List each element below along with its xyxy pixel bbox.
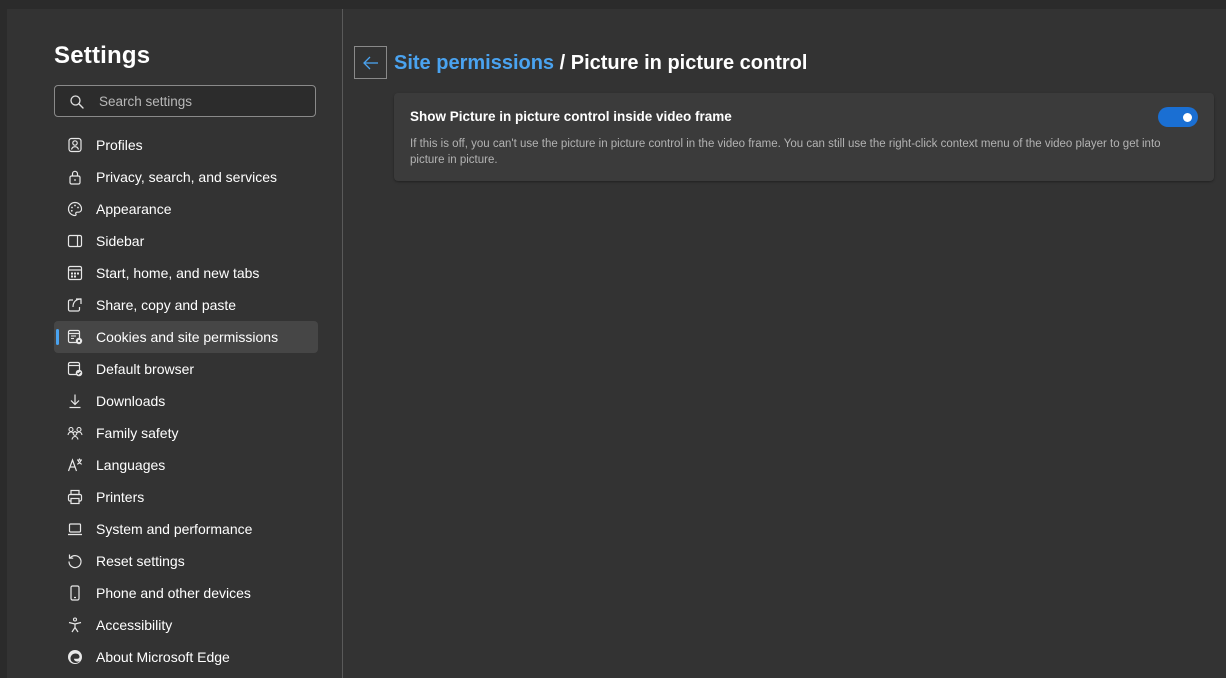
- sidebar-item-label: Default browser: [96, 361, 195, 377]
- page-title: Picture in picture control: [570, 52, 808, 74]
- sidebar-item-sidebar[interactable]: Sidebar: [54, 225, 318, 257]
- profile-icon: [67, 137, 83, 153]
- breadcrumb-link-site-permissions[interactable]: Site permissions: [394, 52, 554, 74]
- printer-icon: [67, 489, 83, 505]
- phone-icon: [67, 585, 83, 601]
- setting-description: If this is off, you can't use the pictur…: [410, 138, 1161, 166]
- sidebar-item-label: Family safety: [96, 425, 179, 441]
- sidebar-item-reset[interactable]: Reset settings: [54, 545, 318, 577]
- search-input[interactable]: [99, 90, 304, 112]
- sidebar-item-label: Appearance: [96, 201, 172, 217]
- accessibility-icon: [67, 617, 83, 633]
- sidebar-item-accessibility[interactable]: Accessibility: [54, 609, 318, 641]
- sidebar-item-label: System and performance: [96, 521, 253, 537]
- window-left-strip: [0, 0, 7, 678]
- cookies-permissions-icon: [67, 329, 83, 345]
- sidebar-item-label: Accessibility: [96, 617, 173, 633]
- breadcrumb: Site permissions / Picture in picture co…: [394, 52, 807, 75]
- lock-icon: [67, 169, 83, 185]
- languages-icon: [67, 457, 83, 473]
- default-browser-icon: [67, 361, 83, 377]
- sidebar-item-label: Share, copy and paste: [96, 297, 237, 313]
- settings-sidebar: Settings Profiles Privacy, search, and s…: [7, 9, 343, 678]
- sidebar-item-privacy[interactable]: Privacy, search, and services: [54, 161, 318, 193]
- sidebar-item-label: Sidebar: [96, 233, 145, 249]
- reset-icon: [67, 553, 83, 569]
- sidebar-item-cookies[interactable]: Cookies and site permissions: [54, 321, 318, 353]
- search-box[interactable]: [54, 85, 316, 117]
- sidebar-item-start-home[interactable]: Start, home, and new tabs: [54, 257, 318, 289]
- sidebar-item-languages[interactable]: Languages: [54, 449, 318, 481]
- setting-card: Show Picture in picture control inside v…: [394, 93, 1214, 181]
- sidebar-item-downloads[interactable]: Downloads: [54, 385, 318, 417]
- sidebar-item-label: Phone and other devices: [96, 585, 251, 601]
- sidebar-item-family-safety[interactable]: Family safety: [54, 417, 318, 449]
- share-icon: [67, 297, 83, 313]
- sidebar-icon: [67, 233, 83, 249]
- main-content: Site permissions / Picture in picture co…: [343, 9, 1226, 678]
- sidebar-item-label: Start, home, and new tabs: [96, 265, 260, 281]
- sidebar-item-label: Profiles: [96, 137, 143, 153]
- sidebar-item-profiles[interactable]: Profiles: [54, 129, 318, 161]
- window-top-strip: [0, 0, 1226, 9]
- sidebar-item-label: About Microsoft Edge: [96, 649, 230, 665]
- sidebar-item-label: Cookies and site permissions: [96, 329, 279, 345]
- back-button[interactable]: [354, 46, 387, 79]
- sidebar-item-label: Downloads: [96, 393, 166, 409]
- sidebar-item-printers[interactable]: Printers: [54, 481, 318, 513]
- settings-nav: Profiles Privacy, search, and services A…: [54, 129, 318, 673]
- search-icon: [69, 94, 85, 110]
- family-icon: [67, 425, 83, 441]
- home-grid-icon: [67, 265, 83, 281]
- sidebar-item-label: Printers: [96, 489, 145, 505]
- toggle-knob: [1183, 113, 1192, 122]
- edge-logo-icon: [67, 649, 83, 665]
- sidebar-item-label: Reset settings: [96, 553, 185, 569]
- setting-title: Show Picture in picture control inside v…: [410, 109, 732, 124]
- pip-control-toggle[interactable]: [1158, 107, 1198, 127]
- sidebar-item-label: Privacy, search, and services: [96, 169, 278, 185]
- sidebar-item-appearance[interactable]: Appearance: [54, 193, 318, 225]
- download-icon: [67, 393, 83, 409]
- settings-title: Settings: [54, 42, 151, 69]
- back-arrow-icon: [363, 56, 378, 70]
- sidebar-item-label: Languages: [96, 457, 166, 473]
- sidebar-item-about[interactable]: About Microsoft Edge: [54, 641, 318, 673]
- sidebar-item-default-browser[interactable]: Default browser: [54, 353, 318, 385]
- palette-icon: [67, 201, 83, 217]
- laptop-icon: [67, 521, 83, 537]
- sidebar-item-share[interactable]: Share, copy and paste: [54, 289, 318, 321]
- sidebar-item-system[interactable]: System and performance: [54, 513, 318, 545]
- breadcrumb-separator: /: [559, 52, 566, 74]
- sidebar-item-phone[interactable]: Phone and other devices: [54, 577, 318, 609]
